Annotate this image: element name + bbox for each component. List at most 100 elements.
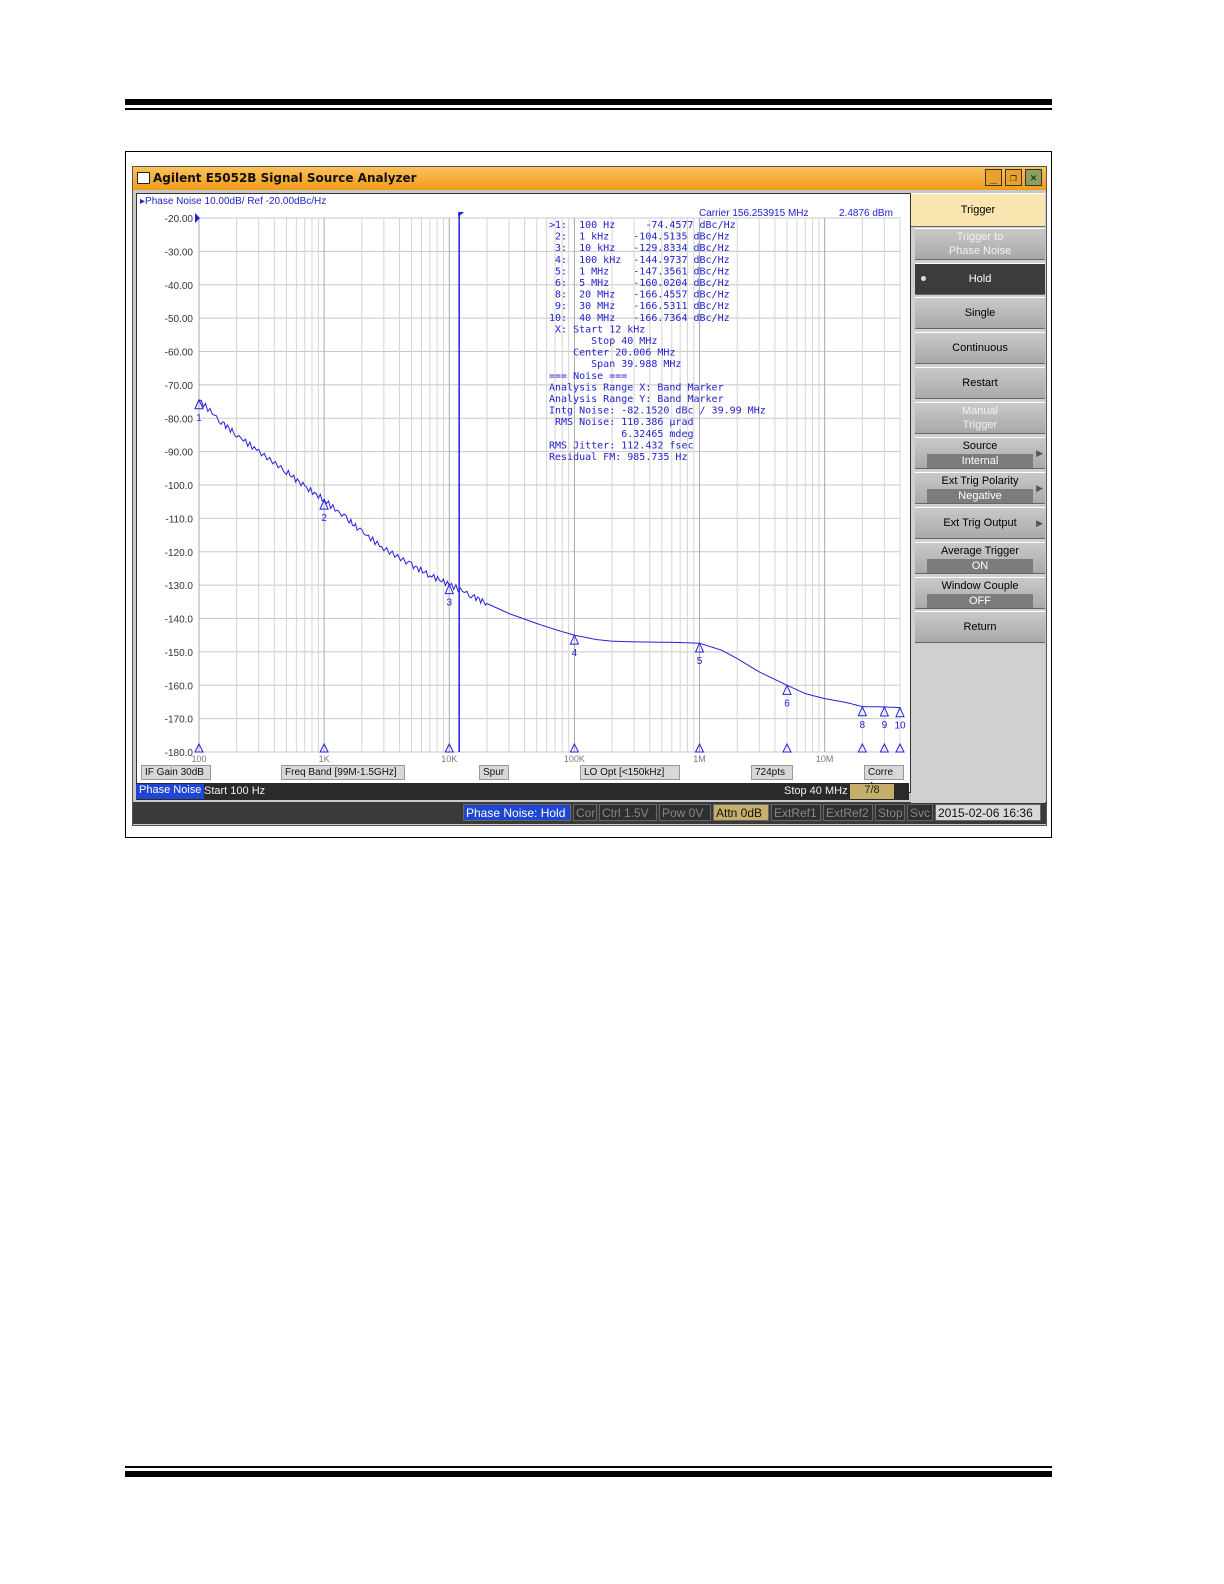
lo-opt-status[interactable]: LO Opt [<150kHz]	[580, 765, 680, 780]
y-tick-label: -110.0	[165, 514, 193, 525]
y-tick-label: -50.00	[165, 314, 194, 325]
marker-label: 2	[321, 513, 327, 524]
restart-button[interactable]: Restart	[915, 367, 1045, 399]
correction-status[interactable]: Corre 4	[864, 765, 904, 792]
return-label: Return	[963, 621, 997, 633]
trigger-label: Trigger	[962, 419, 998, 431]
single-button[interactable]: Single	[915, 297, 1045, 329]
spur-status[interactable]: Spur	[479, 765, 509, 780]
restore-icon[interactable]: ❐	[1005, 169, 1022, 186]
marker-table-line: 8: 20 MHz -166.4557 dBc/Hz	[549, 290, 730, 301]
y-tick-label: -150.0	[165, 648, 194, 659]
source-label: Source	[962, 440, 998, 452]
x-tick-label: 1M	[693, 754, 706, 764]
y-tick-label: -40.00	[165, 281, 194, 292]
return-button[interactable]: Return	[915, 611, 1045, 643]
marker-table-line: Stop 40 MHz	[549, 336, 657, 347]
marker-table-line: 6.32465 mdeg	[549, 429, 694, 440]
chevron-right-icon: ▶	[1036, 483, 1043, 493]
x-tick-label: 1K	[319, 754, 330, 764]
continuous-label: Continuous	[952, 342, 1008, 354]
bottom-status-bar: Phase Noise: Hold Cor Ctrl 1.5V Pow 0V A…	[133, 802, 1046, 824]
status-line: IF Gain 30dB Freq Band [99M-1.5GHz] Spur…	[136, 765, 907, 792]
marker-table-line: >1: 100 Hz -74.4577 dBc/Hz	[549, 220, 736, 231]
stop-frequency[interactable]: Stop 40 MHz	[784, 785, 848, 797]
marker-label: 3	[446, 598, 452, 609]
trigger-to-label: Trigger to	[956, 231, 1004, 243]
measurement-mode[interactable]: Phase Noise	[136, 784, 205, 799]
manual-trigger-button[interactable]: Manual Trigger	[915, 402, 1045, 434]
marker-table-line: 6: 5 MHz -160.0204 dBc/Hz	[549, 278, 730, 289]
manual-label: Manual	[961, 405, 999, 417]
average-trigger-label: Average Trigger	[940, 545, 1020, 557]
carrier-power: 2.4876 dBm	[839, 208, 893, 219]
marker-table-line: Center 20.006 MHz	[549, 348, 675, 359]
marker-label: 9	[882, 720, 888, 731]
restart-label: Restart	[962, 377, 998, 389]
y-tick-label: -70.00	[165, 381, 194, 392]
y-tick-label: -160.0	[165, 681, 194, 692]
extref1-indicator: ExtRef1	[771, 804, 821, 821]
y-tick-label: -60.00	[165, 348, 194, 359]
phase-noise-label: Phase Noise	[948, 245, 1012, 257]
carrier-frequency: Carrier 156.253915 MHz	[699, 208, 809, 219]
window-couple-button[interactable]: Window Couple OFF	[915, 577, 1045, 609]
hold-label: Hold	[968, 273, 992, 285]
title-bar[interactable]: Agilent E5052B Signal Source Analyzer _ …	[133, 167, 1046, 190]
attn-indicator: Attn 0dB	[713, 804, 769, 821]
y-tick-label: -30.00	[165, 247, 194, 258]
freq-band-status[interactable]: Freq Band [99M-1.5GHz]	[281, 765, 405, 780]
marker-table-line: Span 39.988 MHz	[549, 359, 681, 370]
ext-trig-output-button[interactable]: Ext Trig Output ▶	[915, 507, 1045, 539]
marker-table-line: Intg Noise: -82.1520 dBc / 39.99 MHz	[549, 406, 766, 417]
window-couple-label: Window Couple	[941, 580, 1019, 592]
start-frequency[interactable]: Start 100 Hz	[204, 785, 265, 797]
average-trigger-button[interactable]: Average Trigger ON	[915, 542, 1045, 574]
y-tick-label: -140.0	[165, 615, 194, 626]
x-axis-ticks: 100 1K 10K 100K 1M 10M	[191, 754, 833, 764]
trigger-title-text: Trigger	[960, 204, 996, 216]
continuous-button[interactable]: Continuous	[915, 332, 1045, 364]
svc-indicator: Svc	[907, 804, 933, 821]
close-icon[interactable]: ✕	[1025, 169, 1042, 186]
y-tick-label: -180.0	[165, 748, 194, 759]
marker-table-line: 3: 10 kHz -129.8334 dBc/Hz	[549, 243, 730, 254]
points-status[interactable]: 724pts	[751, 765, 793, 780]
source-value: Internal	[927, 454, 1033, 468]
band-start-flag	[458, 212, 465, 217]
window-couple-value: OFF	[927, 594, 1033, 608]
trigger-to-phase-noise-button[interactable]: Trigger to Phase Noise	[915, 228, 1045, 260]
info-bar: Phase Noise Start 100 Hz Stop 40 MHz 7/8	[136, 783, 909, 800]
x-tick-label: 10K	[441, 754, 457, 764]
marker-table-line: RMS Noise: 110.386 µrad	[549, 417, 694, 428]
y-tick-label: -170.0	[165, 715, 194, 726]
trigger-menu-title: Trigger	[911, 193, 1045, 227]
ext-trig-polarity-button[interactable]: Ext Trig Polarity Negative ▶	[915, 472, 1045, 504]
average-trigger-value: ON	[927, 559, 1033, 573]
page-indicator[interactable]: 7/8	[850, 784, 894, 799]
date-time: 2015-02-06 16:36	[935, 804, 1041, 821]
x-tick-label: 100	[191, 754, 206, 764]
polarity-value: Negative	[927, 489, 1033, 503]
marker-table-line: === Noise ===	[549, 371, 627, 382]
ext-trig-output-label: Ext Trig Output	[943, 517, 1017, 529]
extref2-indicator: ExtRef2	[823, 804, 873, 821]
chevron-right-icon: ▶	[1036, 448, 1043, 458]
source-button[interactable]: Source Internal ▶	[915, 437, 1045, 469]
plot-area[interactable]: -20.00 -30.00 -40.00 -50.00 -60.00 -70.00 -80.…	[136, 193, 911, 793]
marker-label: 5	[697, 656, 703, 667]
hold-button[interactable]: Hold	[915, 263, 1045, 295]
y-tick-label: -20.00	[165, 214, 194, 225]
marker-table-line: Analysis Range Y: Band Marker	[549, 394, 724, 405]
marker-table-line: Residual FM: 985.735 Hz	[549, 452, 687, 463]
y-tick-label: -90.00	[165, 448, 194, 459]
trace-header[interactable]: ▸Phase Noise 10.00dB/ Ref -20.00dBc/Hz	[140, 196, 326, 207]
y-tick-label: -80.00	[165, 414, 194, 425]
minimize-icon[interactable]: _	[985, 169, 1002, 186]
if-gain-status[interactable]: IF Gain 30dB	[141, 765, 211, 780]
analyzer-window: Agilent E5052B Signal Source Analyzer _ …	[132, 166, 1047, 826]
marker-label: 10	[894, 721, 906, 732]
polarity-label: Ext Trig Polarity	[941, 475, 1019, 487]
marker-table-line: RMS Jitter: 112.432 fsec	[549, 440, 694, 451]
y-tick-label: -100.0	[165, 481, 194, 492]
